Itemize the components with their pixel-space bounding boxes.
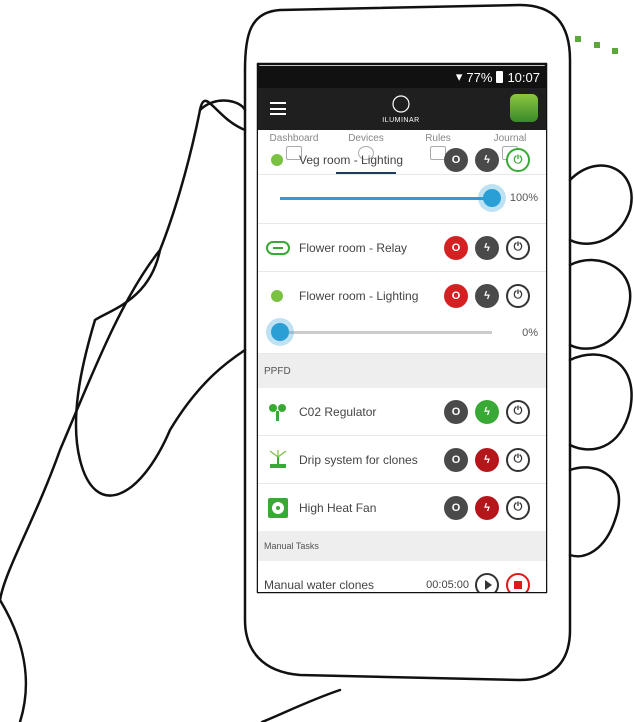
menu-icon[interactable] <box>270 102 286 115</box>
auto-button[interactable]: ϟ <box>475 495 499 520</box>
co2-icon <box>269 403 286 421</box>
on-button[interactable]: ⏻ <box>506 495 530 520</box>
device-row-fan: High Heat Fan O ϟ ⏻ <box>258 484 546 531</box>
off-button[interactable]: O <box>444 495 468 520</box>
auto-button[interactable]: ϟ <box>475 148 499 172</box>
device-row-co2: C02 Regulator O ϟ ⏻ <box>258 388 546 436</box>
battery-percent: 77% <box>466 69 493 85</box>
task-duration: 00:05:00 <box>426 578 469 591</box>
off-button[interactable]: O <box>444 235 468 260</box>
phone-screen: ▾ 77% 10:07 ILUMINAR Dashboard Devices R… <box>258 66 546 592</box>
device-row-veg-lighting: Veg room - Lighting O ϟ ⏻ <box>258 146 546 175</box>
section-header-manual: Manual Tasks <box>258 531 546 561</box>
fan-icon <box>268 497 288 518</box>
veg-lighting-slider[interactable]: 100% <box>258 175 546 224</box>
auto-button[interactable]: ϟ <box>475 399 499 424</box>
off-button[interactable]: O <box>444 447 468 472</box>
on-button[interactable]: ⏻ <box>506 235 530 260</box>
status-bar: ▾ 77% 10:07 <box>258 66 546 88</box>
wifi-icon: ▾ <box>455 69 463 84</box>
off-button[interactable]: O <box>444 148 468 172</box>
sun-icon <box>271 289 283 302</box>
slider-knob[interactable] <box>483 189 501 207</box>
auto-button[interactable]: ϟ <box>475 283 499 308</box>
task-row: Manual water clones 00:05:00 <box>258 561 546 592</box>
auto-button[interactable]: ϟ <box>475 447 499 472</box>
on-button[interactable]: ⏻ <box>506 399 530 424</box>
app-bar: ILUMINAR <box>258 88 546 130</box>
device-row-flower-lighting: Flower room - Lighting O ϟ ⏻ <box>258 272 546 319</box>
section-header-ppfd: PPFD <box>258 354 546 388</box>
device-row-flower-relay: Flower room - Relay O ϟ ⏻ <box>258 224 546 272</box>
on-button[interactable]: ⏻ <box>506 148 530 172</box>
sun-icon <box>271 154 283 166</box>
on-button[interactable]: ⏻ <box>506 447 530 472</box>
flower-lighting-slider[interactable]: 0% <box>258 319 546 354</box>
play-icon[interactable] <box>475 572 499 592</box>
slider-knob[interactable] <box>271 323 289 341</box>
auto-button[interactable]: ϟ <box>475 235 499 260</box>
gear-icon[interactable] <box>510 94 538 122</box>
clock: 10:07 <box>507 69 540 85</box>
off-button[interactable]: O <box>444 283 468 308</box>
battery-icon <box>496 71 504 83</box>
app-logo: ILUMINAR <box>376 94 426 126</box>
on-button[interactable]: ⏻ <box>506 283 530 308</box>
stop-icon[interactable] <box>506 572 530 592</box>
off-button[interactable]: O <box>444 399 468 424</box>
device-row-drip: Drip system for clones O ϟ ⏻ <box>258 436 546 484</box>
sprinkler-icon <box>269 449 287 468</box>
relay-icon <box>266 240 290 255</box>
